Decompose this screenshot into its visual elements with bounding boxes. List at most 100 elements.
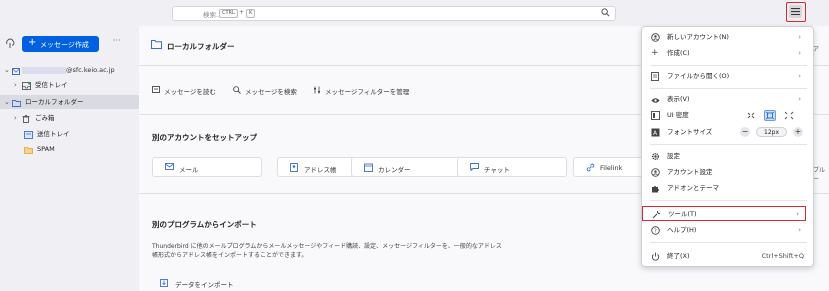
local-folders-label: ローカルフォルダー bbox=[25, 98, 84, 106]
menu-label: 新しいアカウント(N) bbox=[667, 33, 729, 41]
menu-item-tools[interactable]: ツール(T) › bbox=[642, 206, 806, 221]
menu-item-settings[interactable]: 設定 bbox=[642, 149, 815, 164]
density-icon bbox=[651, 111, 660, 126]
shortcut-key-ctrl: CTRL bbox=[219, 9, 238, 18]
menu-label: UI 密度 bbox=[667, 111, 689, 119]
menu-item-ui-density: UI 密度 bbox=[642, 108, 815, 123]
page-title: ローカルフォルダー bbox=[167, 42, 235, 51]
menu-label: ファイルから開く(O) bbox=[667, 72, 730, 80]
sent-label: 送信トレイ bbox=[37, 130, 70, 138]
new-message-button[interactable]: + メッセージ作成 bbox=[22, 36, 99, 52]
menu-item-quit[interactable]: 終了(X) Ctrl+Shift+Q bbox=[642, 249, 815, 264]
link-icon bbox=[586, 163, 595, 174]
chevron-right-icon: › bbox=[798, 72, 801, 80]
partial-hidden-text: ブルー bbox=[813, 167, 826, 183]
setup-mail-card[interactable]: メール bbox=[152, 157, 262, 177]
menu-item-addons-themes[interactable]: アドオンとテーマ bbox=[642, 181, 815, 196]
menu-item-open-from-file[interactable]: ファイルから開く(O) › bbox=[642, 69, 815, 84]
app-menu-panel: 新しいアカウント(N) › + 作成(C) › ファイルから開く(O) › 表示… bbox=[641, 26, 814, 267]
spam-label: SPAM bbox=[37, 145, 55, 153]
chevron-right-icon: › bbox=[798, 49, 801, 57]
chevron-right-icon: › bbox=[796, 210, 799, 218]
menu-label: 作成(C) bbox=[667, 49, 690, 57]
shortcut-key-k: K bbox=[246, 9, 256, 18]
get-messages-icon[interactable] bbox=[5, 38, 15, 50]
chevron-right-icon: › bbox=[798, 95, 801, 103]
top-toolbar: 検索... CTRL + K bbox=[0, 0, 829, 26]
folder-icon bbox=[24, 145, 33, 159]
file-icon bbox=[651, 72, 659, 87]
menu-label: ヘルプ(H) bbox=[667, 226, 697, 234]
expand-chevron-icon[interactable]: › bbox=[14, 78, 17, 92]
plus-icon: + bbox=[28, 37, 37, 48]
menu-separator bbox=[650, 65, 807, 66]
svg-text:?: ? bbox=[654, 229, 657, 235]
font-size-value: 12px bbox=[756, 127, 787, 137]
menu-item-create[interactable]: + 作成(C) › bbox=[642, 46, 815, 61]
calendar-card-label: カレンダー bbox=[378, 166, 411, 174]
import-icon bbox=[160, 279, 168, 289]
tree-sent-row[interactable]: 送信トレイ bbox=[0, 127, 139, 141]
menu-label: 設定 bbox=[667, 152, 680, 160]
mail-card-label: メール bbox=[179, 166, 199, 174]
power-icon bbox=[651, 252, 660, 267]
menu-separator bbox=[650, 144, 807, 145]
density-normal-button[interactable] bbox=[764, 110, 776, 121]
menu-item-font-size: A フォントサイズ − 12px + bbox=[642, 125, 815, 140]
setup-heading: 別のアカウントをセットアップ bbox=[152, 133, 257, 142]
density-touch-button[interactable] bbox=[783, 110, 795, 121]
puzzle-icon bbox=[651, 184, 660, 199]
tree-spam-row[interactable]: SPAM bbox=[0, 142, 139, 156]
mail-read-icon bbox=[152, 86, 160, 95]
menu-label: アカウント設定 bbox=[667, 168, 713, 176]
trash-label: ごみ箱 bbox=[35, 114, 55, 122]
account-email: @sfc.keio.ac.jp bbox=[66, 66, 115, 74]
shortcut-plus: + bbox=[239, 9, 245, 16]
import-heading: 別のプログラムからインポート bbox=[152, 220, 257, 229]
menu-item-account-settings[interactable]: アカウント設定 bbox=[642, 165, 815, 180]
plus-icon: + bbox=[651, 48, 659, 58]
search-bar[interactable]: 検索... CTRL + K bbox=[172, 6, 616, 21]
chat-icon bbox=[470, 163, 479, 173]
manage-filters-label: メッセージフィルターを管理 bbox=[325, 88, 410, 96]
menu-separator bbox=[650, 242, 807, 243]
trash-icon bbox=[22, 114, 30, 128]
calendar-icon bbox=[364, 163, 373, 174]
menu-label: 終了(X) bbox=[667, 252, 690, 260]
quit-shortcut: Ctrl+Shift+Q bbox=[761, 252, 804, 260]
menu-label: アドオンとテーマ bbox=[667, 184, 719, 192]
menu-item-help[interactable]: ? ヘルプ(H) › bbox=[642, 223, 815, 238]
folder-icon bbox=[151, 40, 162, 51]
search-icon[interactable] bbox=[601, 8, 610, 19]
collapse-chevron-icon[interactable]: ⌄ bbox=[4, 63, 10, 77]
redacted-username bbox=[22, 67, 66, 74]
tree-local-folders-row[interactable]: ⌄ ローカルフォルダー bbox=[0, 95, 139, 109]
setup-chat-card[interactable]: チャット bbox=[457, 157, 567, 177]
menu-item-view[interactable]: 表示(V) › bbox=[642, 92, 815, 107]
app-menu-button[interactable] bbox=[786, 2, 806, 22]
hamburger-icon bbox=[789, 5, 802, 18]
font-increase-button[interactable]: + bbox=[793, 127, 803, 137]
import-description-line-2: 帳形式からアドレス帳をインポートすることができます。 bbox=[152, 252, 308, 259]
more-options-icon[interactable]: ··· bbox=[113, 36, 121, 45]
import-data-label: データをインポート bbox=[175, 281, 234, 289]
folder-icon bbox=[12, 98, 21, 112]
menu-label: フォントサイズ bbox=[667, 128, 713, 136]
search-icon bbox=[233, 86, 241, 96]
font-decrease-button[interactable]: − bbox=[740, 127, 750, 137]
chevron-right-icon: › bbox=[798, 226, 801, 234]
menu-item-new-account[interactable]: 新しいアカウント(N) › bbox=[642, 30, 815, 45]
folder-pane: + メッセージ作成 ··· ⌄ @sfc.keio.ac.jp › 受信トレイ … bbox=[0, 26, 139, 291]
inbox-label: 受信トレイ bbox=[35, 81, 68, 89]
tree-inbox-row[interactable]: › 受信トレイ bbox=[0, 78, 139, 92]
expand-chevron-icon[interactable]: › bbox=[14, 111, 17, 125]
filter-icon bbox=[313, 86, 321, 96]
help-icon: ? bbox=[651, 226, 660, 241]
collapse-chevron-icon[interactable]: ⌄ bbox=[4, 95, 10, 109]
read-messages-label: メッセージを読む bbox=[164, 88, 216, 96]
import-data-button[interactable]: データをインポート bbox=[152, 276, 242, 290]
density-compact-button[interactable] bbox=[745, 110, 757, 121]
tree-account-row[interactable]: ⌄ @sfc.keio.ac.jp bbox=[0, 63, 139, 77]
tree-trash-row[interactable]: › ごみ箱 bbox=[0, 111, 139, 125]
setup-calendar-card[interactable]: カレンダー bbox=[351, 157, 461, 177]
